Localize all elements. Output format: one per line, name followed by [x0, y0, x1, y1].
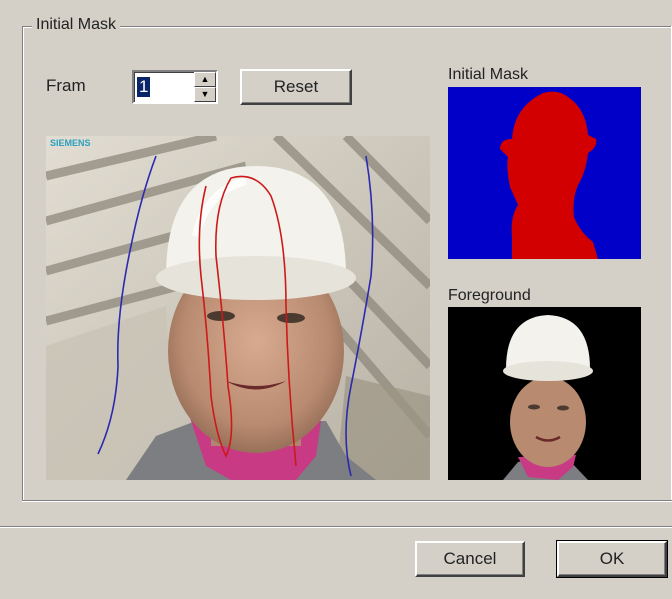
up-arrow-icon[interactable]: ▲ — [194, 72, 216, 87]
footer-divider — [0, 526, 672, 528]
video-frame-image[interactable]: SIEMENS — [46, 136, 430, 480]
down-arrow-icon[interactable]: ▼ — [194, 87, 216, 102]
siemens-watermark: SIEMENS — [50, 138, 91, 148]
frame-value[interactable]: 1 — [137, 77, 151, 97]
spin-buttons: ▲ ▼ — [194, 72, 216, 102]
cancel-button[interactable]: Cancel — [415, 541, 525, 577]
groupbox-bottom-edge — [22, 500, 672, 502]
reset-button[interactable]: Reset — [240, 69, 352, 105]
frame-spinner[interactable]: 1 ▲ ▼ — [132, 70, 218, 104]
video-frame[interactable]: SIEMENS — [46, 136, 430, 480]
foreground-panel-label: Foreground — [448, 287, 531, 304]
frame-label: Fram — [46, 76, 86, 95]
initial-mask-preview — [448, 87, 641, 259]
mask-panel-label: Initial Mask — [448, 66, 529, 83]
foreground-preview — [448, 307, 641, 480]
ok-button[interactable]: OK — [556, 540, 668, 578]
groupbox-title: Initial Mask — [32, 16, 121, 34]
